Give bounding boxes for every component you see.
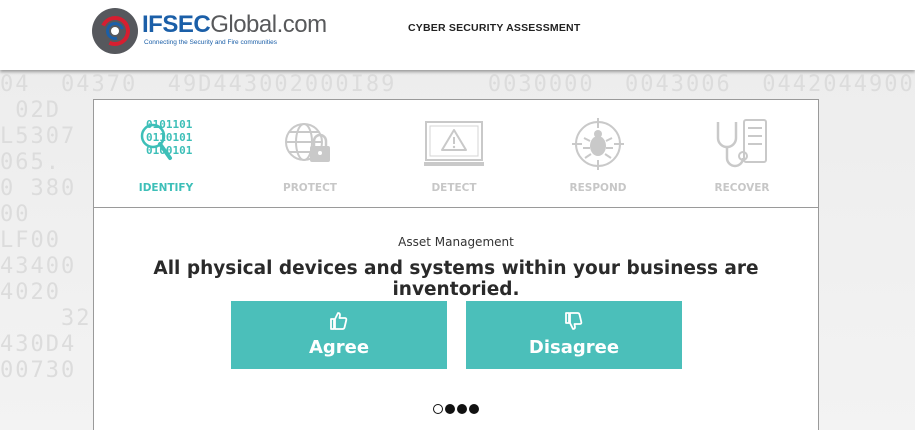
question-statement: All physical devices and systems within … xyxy=(153,258,759,300)
globe-lock-icon xyxy=(285,123,330,162)
page-dot[interactable] xyxy=(469,404,479,414)
pagination-dots xyxy=(433,402,485,416)
logo-domain: Global.com xyxy=(210,11,327,38)
step-respond[interactable]: RESPOND xyxy=(526,100,670,208)
step-label-detect: DETECT xyxy=(431,182,477,194)
logo-wordmark: IFSECGlobal.com xyxy=(142,12,327,38)
logo-tagline: Connecting the Security and Fire communi… xyxy=(144,39,277,46)
binary-magnifier-icon: 0101101 0110101 0100101 xyxy=(140,118,193,160)
thumbs-up-icon xyxy=(330,312,348,330)
step-label-respond: RESPOND xyxy=(569,182,627,194)
logo-mark-icon xyxy=(92,8,138,54)
step-detect[interactable]: DETECT xyxy=(382,100,526,208)
step-label-identify: IDENTIFY xyxy=(138,182,194,194)
page-dot[interactable] xyxy=(445,404,455,414)
disagree-button-label: Disagree xyxy=(528,337,620,358)
step-identify[interactable]: 0101101 0110101 0100101 IDENTIFY xyxy=(94,100,238,208)
question-category: Asset Management xyxy=(398,235,514,249)
ifsec-global-logo[interactable]: IFSECGlobal.com Connecting the Security … xyxy=(92,8,327,54)
disagree-button[interactable]: Disagree xyxy=(466,301,682,369)
page-dot-current[interactable] xyxy=(433,404,443,414)
page-dot[interactable] xyxy=(457,404,467,414)
agree-button-label: Agree xyxy=(308,337,370,358)
logo-brand: IFSEC xyxy=(142,11,211,38)
step-recover[interactable]: RECOVER xyxy=(670,100,814,208)
step-protect[interactable]: PROTECT xyxy=(238,100,382,208)
step-label-recover: RECOVER xyxy=(714,182,770,194)
stethoscope-server-icon xyxy=(716,119,767,168)
page-title: CYBER SECURITY ASSESSMENT xyxy=(408,22,581,34)
bug-target-icon xyxy=(572,118,624,170)
step-label-protect: PROTECT xyxy=(283,182,337,194)
svg-text:0110101: 0110101 xyxy=(146,131,193,144)
monitor-warning-icon xyxy=(424,121,484,166)
step-navigation: 0101101 0110101 0100101 IDENTIFY PROTECT… xyxy=(94,100,818,208)
site-header: IFSECGlobal.com Connecting the Security … xyxy=(0,0,915,70)
agree-button[interactable]: Agree xyxy=(231,301,447,369)
thumbs-down-icon xyxy=(565,312,583,330)
assessment-card: 0101101 0110101 0100101 IDENTIFY PROTECT… xyxy=(93,99,819,430)
